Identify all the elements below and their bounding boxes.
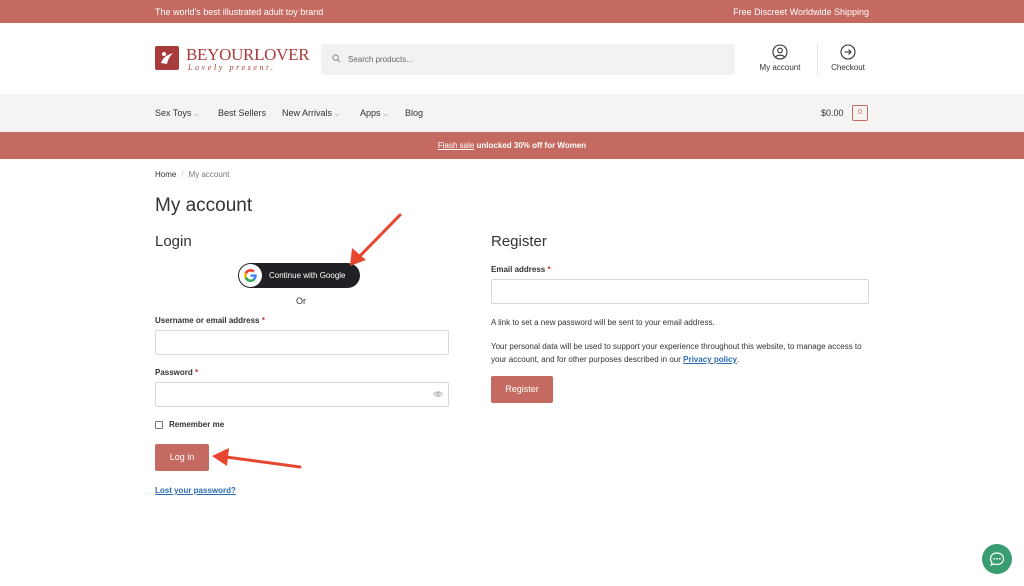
nav-item-best-sellers[interactable]: Best Sellers bbox=[218, 108, 266, 118]
log-in-button[interactable]: Log in bbox=[155, 444, 209, 471]
privacy-notice-text: Your personal data will be used to suppo… bbox=[491, 342, 862, 364]
register-email-input[interactable] bbox=[491, 279, 869, 304]
checkout-link[interactable]: Checkout bbox=[823, 44, 873, 72]
breadcrumb-current: My account bbox=[188, 170, 230, 179]
breadcrumb-home[interactable]: Home bbox=[155, 170, 176, 179]
or-divider: Or bbox=[296, 296, 306, 306]
nav-item-new-arrivals[interactable]: New Arrivals ⌵ bbox=[282, 108, 340, 119]
chat-bubble-icon bbox=[989, 552, 1005, 566]
required-mark: * bbox=[547, 265, 551, 274]
eye-icon[interactable] bbox=[433, 390, 443, 398]
lost-password-link[interactable]: Lost your password? bbox=[155, 486, 236, 495]
site-logo[interactable]: BEYOURLOVER Lovely present. bbox=[155, 45, 310, 73]
promo-text: unlocked 30% off for Women bbox=[476, 141, 587, 150]
google-icon bbox=[239, 264, 262, 287]
flash-sale-link[interactable]: Flash sale bbox=[438, 141, 474, 150]
header-divider bbox=[817, 43, 818, 76]
nav-item-label: Best Sellers bbox=[218, 108, 267, 118]
chevron-down-icon: ⌵ bbox=[194, 112, 199, 118]
password-input[interactable] bbox=[155, 382, 449, 407]
username-label: Username or email address * bbox=[155, 316, 265, 325]
cart-count-badge[interactable]: 0 bbox=[852, 105, 868, 121]
chevron-down-icon: ⌵ bbox=[335, 112, 340, 118]
logo-tagline: Lovely present. bbox=[188, 63, 276, 72]
search-icon bbox=[332, 54, 341, 63]
remember-me-checkbox[interactable] bbox=[155, 421, 163, 429]
announcement-right: Free Discreet Worldwide Shipping bbox=[733, 7, 869, 17]
site-header: BEYOURLOVER Lovely present. My account C… bbox=[0, 23, 1024, 94]
chevron-down-icon: ⌵ bbox=[383, 112, 389, 118]
logo-mark-icon bbox=[155, 46, 179, 70]
nav-item-sex-toys[interactable]: Sex Toys ⌵ bbox=[155, 108, 199, 119]
promo-banner: Flash sale unlocked 30% off for Women bbox=[0, 132, 1024, 159]
search-input[interactable] bbox=[348, 44, 728, 75]
user-icon bbox=[772, 44, 788, 60]
product-search bbox=[321, 44, 735, 75]
my-account-label: My account bbox=[759, 63, 801, 72]
email-label-text: Email address bbox=[491, 265, 546, 274]
password-label-text: Password bbox=[155, 368, 193, 377]
breadcrumb: Home / My account bbox=[155, 170, 229, 179]
nav-item-label: New Arrivals bbox=[282, 108, 333, 118]
announcement-bar: The world's best illustrated adult toy b… bbox=[0, 0, 1024, 23]
email-label: Email address * bbox=[491, 265, 551, 274]
nav-item-label: Sex Toys bbox=[155, 108, 192, 118]
nav-item-label: Blog bbox=[405, 108, 424, 118]
google-button-label: Continue with Google bbox=[269, 271, 346, 280]
privacy-notice: Your personal data will be used to suppo… bbox=[491, 340, 871, 366]
main-navigation: Sex Toys ⌵ Best Sellers New Arrivals ⌵ App… bbox=[0, 94, 1024, 132]
register-button[interactable]: Register bbox=[491, 376, 553, 403]
required-mark: * bbox=[261, 316, 265, 325]
remember-me-label[interactable]: Remember me bbox=[169, 420, 224, 429]
arrow-right-circle-icon bbox=[840, 44, 856, 60]
privacy-policy-link[interactable]: Privacy policy bbox=[683, 355, 737, 364]
register-heading: Register bbox=[491, 233, 547, 250]
page-title: My account bbox=[155, 195, 253, 216]
cart-total[interactable]: $0.00 bbox=[821, 108, 844, 118]
privacy-notice-end: . bbox=[736, 355, 740, 364]
logo-title: BEYOURLOVER bbox=[186, 45, 310, 64]
breadcrumb-separator: / bbox=[181, 170, 184, 179]
password-label: Password * bbox=[155, 368, 198, 377]
continue-with-google-button[interactable]: Continue with Google bbox=[238, 263, 360, 288]
password-info-text: A link to set a new password will be sen… bbox=[491, 318, 715, 327]
checkout-label: Checkout bbox=[831, 63, 865, 72]
nav-item-blog[interactable]: Blog bbox=[405, 108, 423, 118]
my-account-link[interactable]: My account bbox=[754, 44, 806, 72]
nav-item-apps[interactable]: Apps ⌵ bbox=[360, 108, 388, 119]
nav-item-label: Apps bbox=[360, 108, 381, 118]
login-heading: Login bbox=[155, 233, 192, 250]
chat-widget-button[interactable] bbox=[982, 544, 1012, 574]
username-input[interactable] bbox=[155, 330, 449, 355]
annotation-arrow-google bbox=[350, 213, 402, 266]
annotation-arrow-login bbox=[212, 448, 302, 469]
required-mark: * bbox=[195, 368, 199, 377]
announcement-left: The world's best illustrated adult toy b… bbox=[155, 7, 324, 17]
username-label-text: Username or email address bbox=[155, 316, 260, 325]
